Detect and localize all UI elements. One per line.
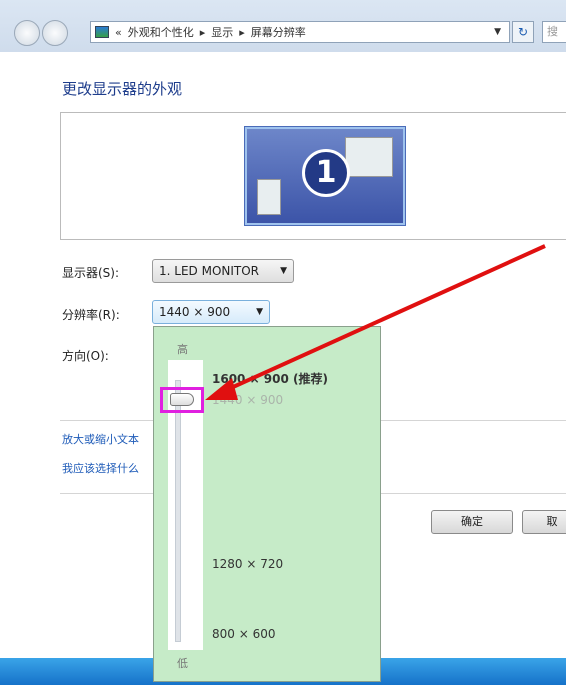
red-arrow-annotation <box>205 244 546 400</box>
